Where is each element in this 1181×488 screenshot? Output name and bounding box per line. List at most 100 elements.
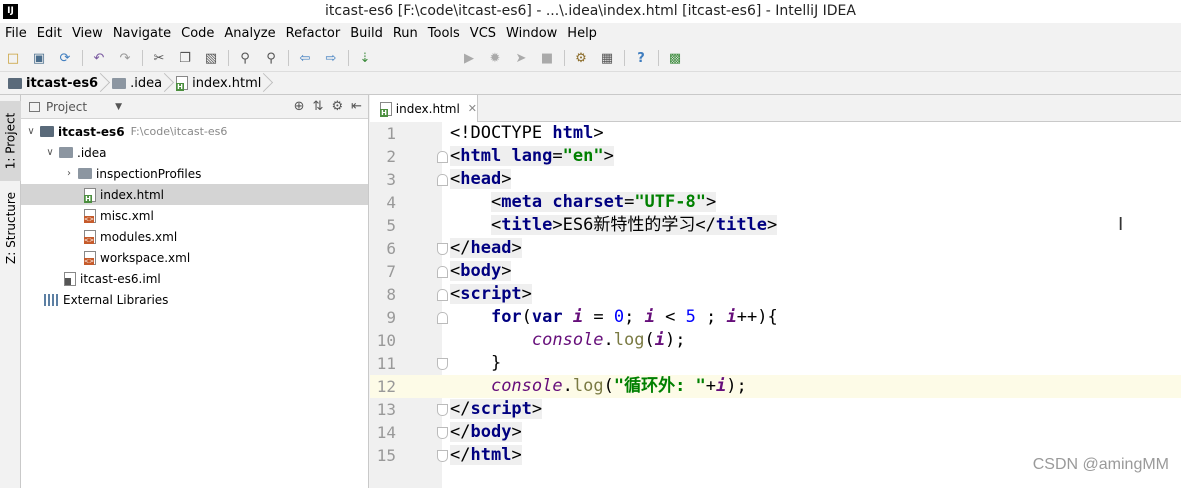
tab-index-html[interactable]: index.html ✕ <box>370 95 478 122</box>
structure-tool-tab[interactable]: Z: Structure <box>0 187 21 269</box>
back-icon[interactable]: ⇦ <box>296 49 314 67</box>
crumb-idea[interactable]: .idea <box>104 72 168 95</box>
code-line: 5 <title>ES6新特性的学习</title> <box>386 215 778 235</box>
chevron-down-icon[interactable]: ∨ <box>44 147 56 158</box>
code-line: 13 </script> <box>376 399 543 419</box>
code-editor: index.html ✕ 1<!DOCTYPE html> 2<html lan… <box>370 95 1181 488</box>
left-tool-strip: 1: Project Z: Structure <box>0 95 21 488</box>
run-icon[interactable]: ▶ <box>460 49 478 67</box>
project-structure-icon[interactable]: ▦ <box>598 49 616 67</box>
folder-icon <box>59 147 73 158</box>
xml-file-icon <box>84 229 96 244</box>
html-file-icon <box>380 101 392 117</box>
code-line: 7 <body> <box>386 261 512 281</box>
undo-icon[interactable]: ↶ <box>90 49 108 67</box>
collapse-all-icon[interactable]: ⇅ <box>313 99 324 114</box>
redo-icon[interactable]: ↷ <box>116 49 134 67</box>
menu-edit[interactable]: Edit <box>37 26 62 41</box>
debug-icon[interactable]: ✹ <box>486 49 504 67</box>
help-icon[interactable]: ? <box>632 49 650 67</box>
stop-icon[interactable]: ■ <box>538 49 556 67</box>
library-icon <box>44 293 58 306</box>
project-tool-tab[interactable]: 1: Project <box>0 101 21 181</box>
close-icon[interactable]: ✕ <box>468 102 477 115</box>
menu-run[interactable]: Run <box>393 26 418 41</box>
menu-vcs[interactable]: VCS <box>470 26 496 41</box>
hide-panel-icon[interactable]: ⇤ <box>351 99 362 114</box>
chevron-down-icon[interactable]: ∨ <box>25 126 37 137</box>
plugin-icon[interactable]: ▩ <box>666 49 684 67</box>
tree-item-idea[interactable]: ∨ .idea <box>21 142 368 163</box>
code-line: 8 <script> <box>386 284 532 304</box>
fold-marker-icon[interactable] <box>437 289 448 301</box>
replace-icon[interactable]: ⚲ <box>262 49 280 67</box>
project-view-label[interactable]: Project <box>46 100 87 114</box>
project-panel-header: Project ▼ ⊕ ⇅ ⚙ ⇤ <box>21 95 368 119</box>
watermark: CSDN @amingMM <box>1032 456 1169 473</box>
fold-marker-icon[interactable] <box>437 358 448 370</box>
forward-icon[interactable]: ⇨ <box>322 49 340 67</box>
tree-item-external-libraries[interactable]: External Libraries <box>21 289 368 310</box>
save-all-icon[interactable]: ▣ <box>30 49 48 67</box>
fold-marker-icon[interactable] <box>437 174 448 186</box>
tree-item-modules-xml[interactable]: modules.xml <box>21 226 368 247</box>
menu-navigate[interactable]: Navigate <box>113 26 171 41</box>
menu-file[interactable]: File <box>5 26 27 41</box>
crumb-project[interactable]: itcast-es6 <box>0 72 104 95</box>
tree-item-iml[interactable]: itcast-es6.iml <box>21 268 368 289</box>
code-line: 11 } <box>376 353 502 373</box>
menu-tools[interactable]: Tools <box>428 26 460 41</box>
main-toolbar: □ ▣ ⟳ ↶ ↷ ✂ ❐ ▧ ⚲ ⚲ ⇦ ⇨ ⇣ ▶ ✹ ➤ ■ ⚙ ▦ ? … <box>0 44 1181 112</box>
menu-code[interactable]: Code <box>181 26 214 41</box>
folder-icon <box>112 77 127 89</box>
code-line: 9 for(var i = 0; i < 5 ; i++){ <box>386 307 778 327</box>
tree-item-inspectionprofiles[interactable]: › inspectionProfiles <box>21 163 368 184</box>
fold-marker-icon[interactable] <box>437 312 448 324</box>
code-area[interactable]: 1 <!DOCTYPE html> 2 <html lang="en"> 3 <hea… <box>370 122 1181 467</box>
chevron-right-icon[interactable]: › <box>63 168 75 179</box>
breadcrumb: itcast-es6 .idea index.html <box>0 72 1181 95</box>
menu-refactor[interactable]: Refactor <box>286 26 341 41</box>
find-icon[interactable]: ⚲ <box>236 49 254 67</box>
xml-file-icon <box>84 208 96 223</box>
menu-build[interactable]: Build <box>350 26 383 41</box>
cut-icon[interactable]: ✂ <box>150 49 168 67</box>
project-folder-icon <box>40 126 54 137</box>
fold-marker-icon[interactable] <box>437 151 448 163</box>
menu-help[interactable]: Help <box>567 26 597 41</box>
xml-file-icon <box>84 250 96 265</box>
menu-view[interactable]: View <box>72 26 103 41</box>
fold-marker-icon[interactable] <box>437 266 448 278</box>
tree-root[interactable]: ∨ itcast-es6 F:\code\itcast-es6 <box>21 121 368 142</box>
folder-icon <box>78 168 92 179</box>
title-bar: IJ itcast-es6 [F:\code\itcast-es6] - ...… <box>0 0 1181 23</box>
copy-icon[interactable]: ❐ <box>176 49 194 67</box>
fold-marker-icon[interactable] <box>437 450 448 462</box>
tree-item-misc-xml[interactable]: misc.xml <box>21 205 368 226</box>
code-line: 6 </head> <box>386 238 522 258</box>
crumb-file[interactable]: index.html <box>168 72 267 95</box>
code-line: 14 </body> <box>376 422 522 442</box>
code-line-current: 12 console.log("循环外: "+i); <box>370 375 1181 398</box>
fold-marker-icon[interactable] <box>437 404 448 416</box>
coverage-icon[interactable]: ➤ <box>512 49 530 67</box>
code-line: 2 <html lang="en"> <box>386 146 614 166</box>
tree-item-workspace-xml[interactable]: workspace.xml <box>21 247 368 268</box>
code-line: 3 <head> <box>386 169 512 189</box>
paste-icon[interactable]: ▧ <box>202 49 220 67</box>
synchronize-icon[interactable]: ⟳ <box>56 49 74 67</box>
project-view-icon <box>29 101 40 112</box>
build-project-icon[interactable]: ⇣ <box>356 49 374 67</box>
scroll-from-source-icon[interactable]: ⊕ <box>294 99 305 114</box>
code-line: 1 <!DOCTYPE html> <box>386 123 604 143</box>
tree-item-index-html[interactable]: index.html <box>21 184 368 205</box>
project-panel: Project ▼ ⊕ ⇅ ⚙ ⇤ ∨ itcast-es6 F:\code\i… <box>21 95 369 488</box>
fold-marker-icon[interactable] <box>437 243 448 255</box>
settings-icon[interactable]: ⚙ <box>572 49 590 67</box>
open-folder-icon[interactable]: □ <box>4 49 22 67</box>
menu-window[interactable]: Window <box>506 26 557 41</box>
menu-analyze[interactable]: Analyze <box>224 26 275 41</box>
chevron-down-icon[interactable]: ▼ <box>115 102 122 112</box>
gear-icon[interactable]: ⚙ <box>331 99 343 114</box>
fold-marker-icon[interactable] <box>437 427 448 439</box>
